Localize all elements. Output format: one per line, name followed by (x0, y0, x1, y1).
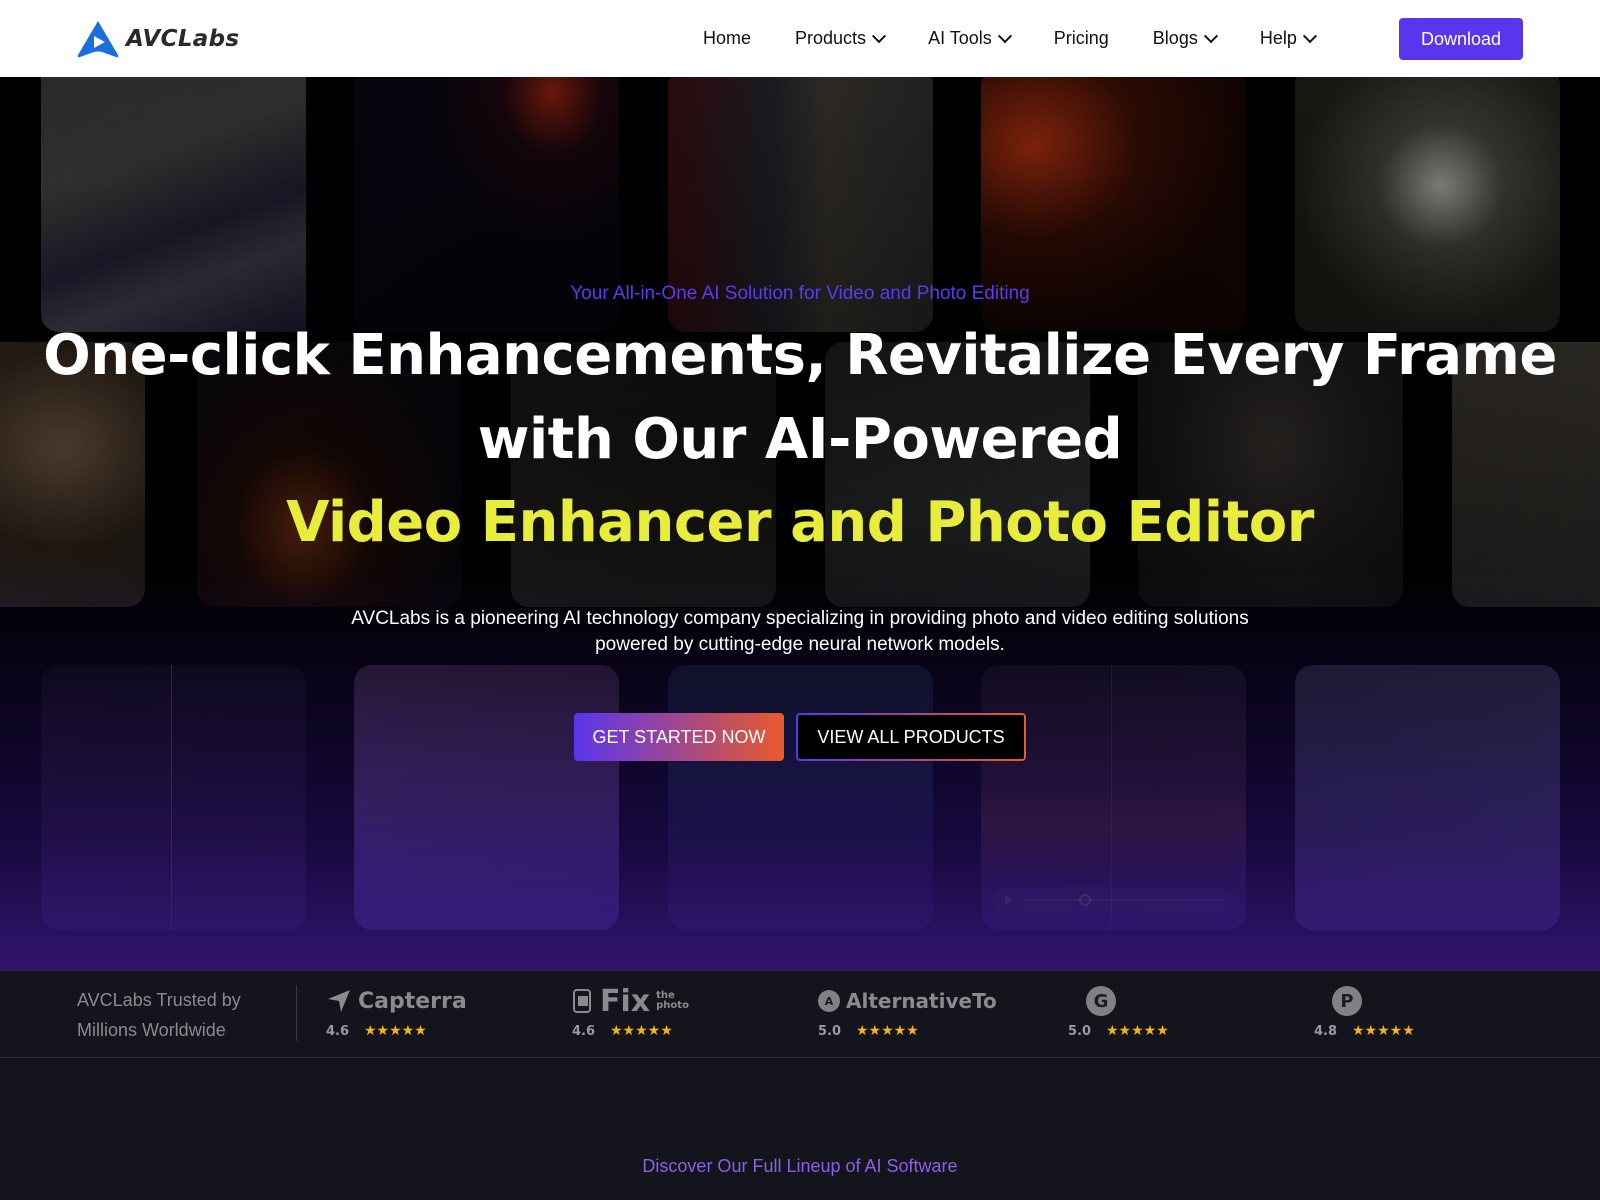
hero-headline-line2: with Our AI-Powered (477, 407, 1123, 472)
star-rating: ★★★★★ (1352, 1023, 1415, 1039)
star-rating: ★★★★★ (610, 1023, 673, 1039)
rating-brand: Capterra (358, 988, 467, 1014)
chevron-down-icon (1203, 28, 1218, 43)
get-started-button[interactable]: GET STARTED NOW (574, 713, 784, 761)
brand-row: G (1068, 985, 1268, 1017)
rating-score: 4.6 (572, 1023, 596, 1039)
nav-item-help[interactable]: Help (1259, 28, 1317, 49)
hero-headline-highlight: Video Enhancer and Photo Editor (286, 490, 1314, 555)
rating-score: 4.8 (1314, 1023, 1338, 1039)
nav-item-products[interactable]: Products (795, 28, 887, 49)
rating-score: 5.0 (818, 1023, 842, 1039)
main-menu: Home Products AI Tools Pricing Blogs Hel… (703, 0, 1359, 77)
hero-description-line2: powered by cutting-edge neural network m… (595, 634, 1005, 655)
score-row: 4.6 ★★★★★ (572, 1023, 772, 1039)
hero-description: AVCLabs is a pioneering AI technology co… (0, 606, 1600, 658)
brand-row: Fix the photo (572, 983, 772, 1019)
brand-row: A AlternativeTo (818, 985, 1018, 1017)
trust-label-line1: AVCLabs Trusted by (77, 990, 241, 1010)
star-rating: ★★★★★ (856, 1023, 919, 1039)
hero-description-line1: AVCLabs is a pioneering AI technology co… (351, 608, 1249, 629)
producthunt-icon: P (1332, 986, 1362, 1016)
nav-label: Pricing (1053, 28, 1109, 48)
avclabs-logo-icon (77, 21, 119, 58)
brand-logo[interactable]: AVCLabs (76, 19, 239, 59)
rating-fixthephoto[interactable]: Fix the photo 4.6 ★★★★★ (572, 983, 772, 1045)
chevron-down-icon (1302, 28, 1317, 43)
rating-capterra[interactable]: Capterra 4.6 ★★★★★ (326, 985, 526, 1045)
nav-item-pricing[interactable]: Pricing (1054, 28, 1109, 49)
view-all-products-button[interactable]: VIEW ALL PRODUCTS (796, 713, 1026, 761)
trust-label: AVCLabs Trusted by Millions Worldwide (77, 985, 241, 1045)
nav-item-blogs[interactable]: Blogs (1152, 28, 1218, 49)
nav-label: Products (795, 28, 867, 48)
rating-g2[interactable]: G 5.0 ★★★★★ (1068, 985, 1268, 1045)
nav-label: Blogs (1152, 28, 1198, 48)
top-navbar: AVCLabs Home Products AI Tools Pricing B… (0, 0, 1600, 77)
capterra-icon (328, 990, 350, 1012)
brand-name: AVCLabs (126, 26, 240, 52)
section-subtitle: Discover Our Full Lineup of AI Software (642, 1156, 958, 1176)
trust-bar: AVCLabs Trusted by Millions Worldwide Ca… (0, 970, 1600, 1058)
score-row: 4.8 ★★★★★ (1314, 1023, 1514, 1039)
star-rating: ★★★★★ (1106, 1023, 1169, 1039)
nav-item-ai-tools[interactable]: AI Tools (928, 28, 1012, 49)
rating-brand-sub: the photo (656, 990, 689, 1011)
download-button[interactable]: Download (1399, 18, 1523, 60)
brand-row: Capterra (326, 985, 526, 1017)
trust-label-line2: Millions Worldwide (77, 1020, 226, 1040)
rating-brand: AlternativeTo (846, 989, 997, 1013)
hero-tagline: Your All-in-One AI Solution for Video an… (570, 283, 1030, 304)
nav-label: AI Tools (928, 28, 992, 48)
chevron-down-icon (871, 28, 887, 43)
rating-score: 5.0 (1068, 1023, 1092, 1039)
nav-label: Help (1259, 28, 1297, 48)
hero-headline-line1: One-click Enhancements, Revitalize Every… (43, 323, 1557, 388)
rating-producthunt[interactable]: P 4.8 ★★★★★ (1314, 985, 1514, 1045)
score-row: 4.6 ★★★★★ (326, 1023, 526, 1039)
nav-item-home[interactable]: Home (703, 28, 751, 49)
alternativeto-icon: A (818, 990, 840, 1012)
score-row: 5.0 ★★★★★ (1068, 1023, 1268, 1039)
rating-brand: Fix (600, 983, 651, 1019)
star-rating: ★★★★★ (364, 1023, 427, 1039)
rating-score: 4.6 (326, 1023, 350, 1039)
g2-icon: G (1086, 986, 1116, 1016)
chevron-down-icon (997, 28, 1012, 43)
rating-alternativeto[interactable]: A AlternativeTo 5.0 ★★★★★ (818, 985, 1018, 1045)
hero-section: Your All-in-One AI Solution for Video an… (0, 77, 1600, 970)
fixthephoto-icon (573, 989, 591, 1013)
brand-row: P (1314, 985, 1514, 1017)
trust-divider (296, 985, 297, 1041)
nav-label: Home (703, 28, 752, 48)
score-row: 5.0 ★★★★★ (818, 1023, 1018, 1039)
